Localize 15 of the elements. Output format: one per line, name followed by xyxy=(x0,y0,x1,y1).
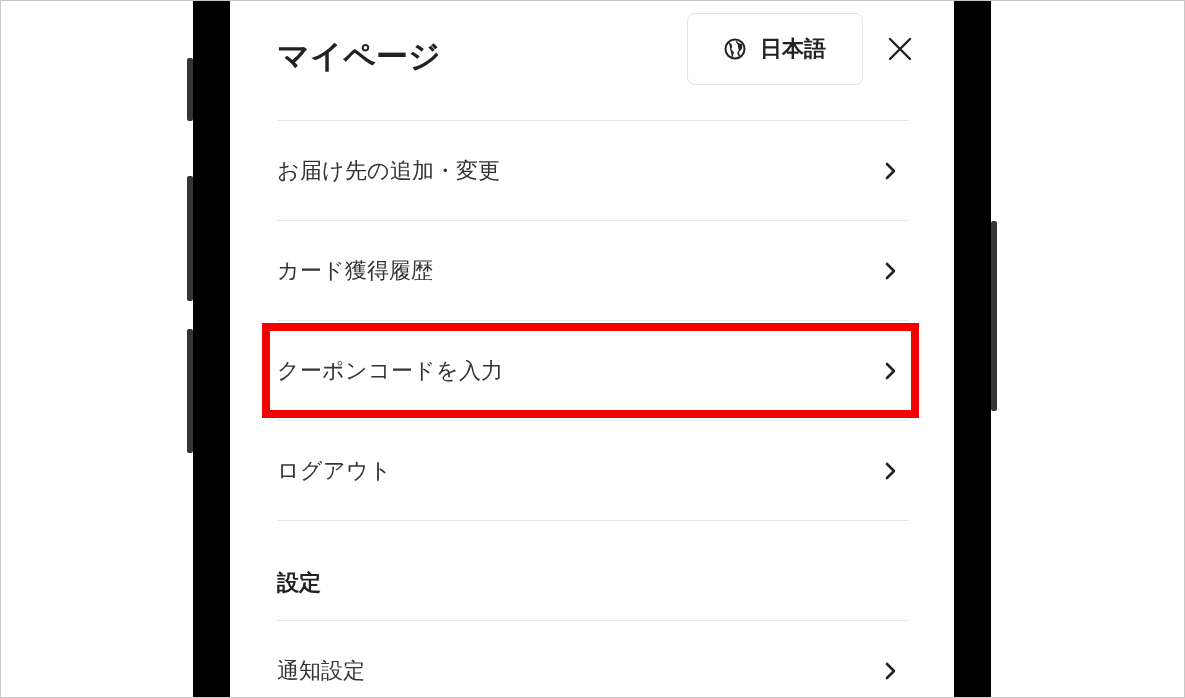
menu-item[interactable]: ログアウト xyxy=(277,421,909,520)
language-button[interactable]: 日本語 xyxy=(687,12,863,85)
chevron-right-icon xyxy=(885,461,897,480)
menu-item[interactable]: カード獲得履歴 xyxy=(277,221,909,320)
section-heading: 設定 xyxy=(277,569,321,597)
menu-item[interactable]: クーポンコードを入力 xyxy=(277,321,909,420)
chevron-right-icon xyxy=(885,661,897,680)
menu-item[interactable]: 通知設定 xyxy=(277,621,909,697)
chevron-right-icon xyxy=(885,161,897,180)
close-icon[interactable] xyxy=(887,35,913,62)
globe-icon xyxy=(724,37,746,60)
chevron-right-icon xyxy=(885,361,897,380)
menu-item[interactable]: お届け先の追加・変更 xyxy=(277,121,909,220)
chevron-right-icon xyxy=(885,261,897,280)
page-title: マイページ xyxy=(277,35,442,77)
